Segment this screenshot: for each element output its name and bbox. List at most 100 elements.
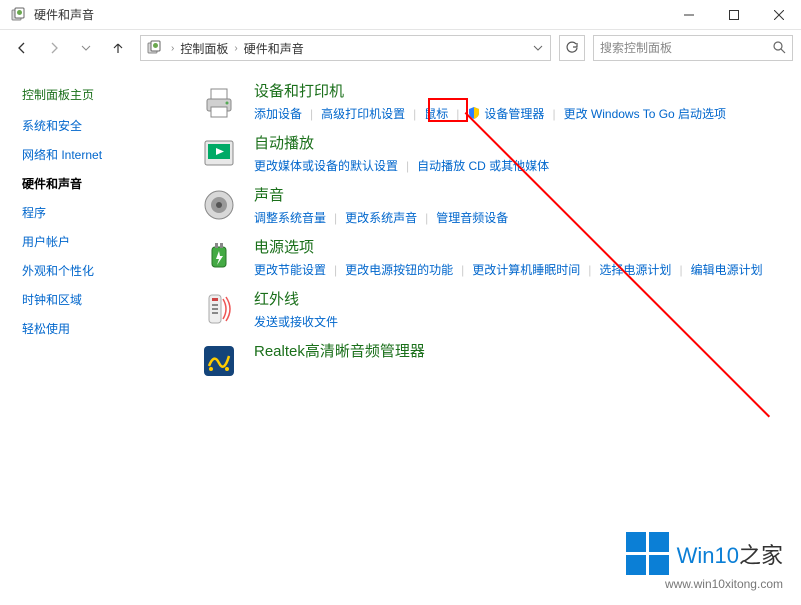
breadcrumb-current[interactable]: 硬件和声音 — [240, 40, 308, 57]
search-box[interactable] — [593, 35, 793, 61]
link-label: 更改 Windows To Go 启动选项 — [564, 107, 726, 121]
category-link[interactable]: 设备管理器 — [467, 105, 544, 122]
category-link[interactable]: 选择电源计划 — [599, 261, 671, 278]
category-title[interactable]: 声音 — [254, 184, 791, 205]
search-icon[interactable] — [772, 40, 786, 57]
link-separator: | — [334, 263, 337, 277]
category-block: 声音调整系统音量 | 更改系统声音 | 管理音频设备 — [198, 184, 791, 226]
category-link[interactable]: 鼠标 — [424, 105, 448, 122]
sidebar-item[interactable]: 时钟和区域 — [22, 291, 190, 308]
sidebar-item[interactable]: 用户帐户 — [22, 233, 190, 250]
infrared-icon — [198, 288, 240, 330]
link-label: 更改媒体或设备的默认设置 — [254, 159, 398, 173]
history-dropdown[interactable] — [72, 34, 100, 62]
breadcrumb-root[interactable]: 控制面板 — [176, 40, 232, 57]
category-links: 添加设备 | 高级打印机设置 | 鼠标 | 设备管理器 | 更改 Windows To Go 启… — [254, 105, 791, 122]
back-button[interactable] — [8, 34, 36, 62]
category-links: 更改媒体或设备的默认设置 | 自动播放 CD 或其他媒体 — [254, 157, 791, 174]
link-label: 更改系统声音 — [345, 211, 417, 225]
link-label: 管理音频设备 — [436, 211, 508, 225]
category-block: Realtek高清晰音频管理器 — [198, 340, 791, 382]
link-separator: | — [406, 159, 409, 173]
category-link[interactable]: 管理音频设备 — [436, 209, 508, 226]
sound-icon — [198, 184, 240, 226]
category-title[interactable]: Realtek高清晰音频管理器 — [254, 340, 791, 361]
category-block: 设备和打印机添加设备 | 高级打印机设置 | 鼠标 | 设备管理器 | 更改 Windows T… — [198, 80, 791, 122]
address-bar[interactable]: › 控制面板 › 硬件和声音 — [140, 35, 551, 61]
category-link[interactable]: 自动播放 CD 或其他媒体 — [417, 157, 549, 174]
link-label: 更改计算机睡眠时间 — [472, 263, 580, 277]
link-separator: | — [552, 107, 555, 121]
link-separator: | — [425, 211, 428, 225]
sidebar-item[interactable]: 程序 — [22, 204, 190, 221]
window-icon — [10, 7, 26, 23]
sidebar-heading[interactable]: 控制面板主页 — [22, 86, 190, 103]
chevron-right-icon: › — [232, 43, 239, 54]
sidebar-item[interactable]: 硬件和声音 — [22, 175, 190, 192]
link-label: 高级打印机设置 — [321, 107, 405, 121]
minimize-button[interactable] — [666, 0, 711, 30]
sidebar-item[interactable]: 轻松使用 — [22, 320, 190, 337]
window-buttons — [666, 0, 801, 30]
realtek-icon — [198, 340, 240, 382]
link-label: 更改节能设置 — [254, 263, 326, 277]
titlebar: 硬件和声音 — [0, 0, 801, 30]
address-icon — [145, 39, 163, 57]
link-separator: | — [679, 263, 682, 277]
link-separator: | — [456, 107, 459, 121]
link-label: 更改电源按钮的功能 — [345, 263, 453, 277]
category-link[interactable]: 调整系统音量 — [254, 209, 326, 226]
power-icon — [198, 236, 240, 278]
link-separator: | — [334, 211, 337, 225]
category-title[interactable]: 自动播放 — [254, 132, 791, 153]
link-label: 设备管理器 — [484, 107, 544, 121]
category-link[interactable]: 更改节能设置 — [254, 261, 326, 278]
link-separator: | — [413, 107, 416, 121]
category-title[interactable]: 红外线 — [254, 288, 791, 309]
search-input[interactable] — [600, 41, 772, 55]
link-label: 发送或接收文件 — [254, 315, 338, 329]
window-title: 硬件和声音 — [34, 6, 666, 23]
refresh-button[interactable] — [559, 35, 585, 61]
category-link[interactable]: 更改计算机睡眠时间 — [472, 261, 580, 278]
link-separator: | — [461, 263, 464, 277]
category-links: 调整系统音量 | 更改系统声音 | 管理音频设备 — [254, 209, 791, 226]
category-links: 发送或接收文件 — [254, 313, 791, 330]
category-block: 电源选项更改节能设置 | 更改电源按钮的功能 | 更改计算机睡眠时间 | 选择电源计划 | 编辑… — [198, 236, 791, 278]
category-title[interactable]: 电源选项 — [254, 236, 791, 257]
category-link[interactable]: 发送或接收文件 — [254, 313, 338, 330]
category-link[interactable]: 编辑电源计划 — [691, 261, 763, 278]
category-title[interactable]: 设备和打印机 — [254, 80, 791, 101]
link-label: 鼠标 — [424, 107, 448, 121]
link-label: 自动播放 CD 或其他媒体 — [417, 159, 549, 173]
main-content: 设备和打印机添加设备 | 高级打印机设置 | 鼠标 | 设备管理器 | 更改 Windows T… — [190, 66, 801, 605]
sidebar-item[interactable]: 系统和安全 — [22, 117, 190, 134]
link-label: 调整系统音量 — [254, 211, 326, 225]
chevron-right-icon: › — [169, 43, 176, 54]
category-link[interactable]: 更改电源按钮的功能 — [345, 261, 453, 278]
autoplay-icon — [198, 132, 240, 174]
up-button[interactable] — [104, 34, 132, 62]
navbar: › 控制面板 › 硬件和声音 — [0, 30, 801, 66]
category-link[interactable]: 更改 Windows To Go 启动选项 — [564, 105, 726, 122]
forward-button[interactable] — [40, 34, 68, 62]
category-links: 更改节能设置 | 更改电源按钮的功能 | 更改计算机睡眠时间 | 选择电源计划 | 编辑电源计划 — [254, 261, 791, 278]
category-link[interactable]: 更改系统声音 — [345, 209, 417, 226]
category-link[interactable]: 添加设备 — [254, 105, 302, 122]
printer-icon — [198, 80, 240, 122]
address-dropdown[interactable] — [528, 37, 546, 59]
shield-icon — [467, 106, 481, 120]
maximize-button[interactable] — [711, 0, 756, 30]
category-block: 自动播放更改媒体或设备的默认设置 | 自动播放 CD 或其他媒体 — [198, 132, 791, 174]
category-link[interactable]: 更改媒体或设备的默认设置 — [254, 157, 398, 174]
category-block: 红外线发送或接收文件 — [198, 288, 791, 330]
sidebar: 控制面板主页 系统和安全网络和 Internet 硬件和声音程序用户帐户外观和个性… — [0, 66, 190, 605]
link-label: 添加设备 — [254, 107, 302, 121]
link-separator: | — [310, 107, 313, 121]
close-button[interactable] — [756, 0, 801, 30]
sidebar-item[interactable]: 网络和 Internet — [22, 146, 190, 163]
link-separator: | — [588, 263, 591, 277]
category-link[interactable]: 高级打印机设置 — [321, 105, 405, 122]
link-label: 编辑电源计划 — [691, 263, 763, 277]
sidebar-item[interactable]: 外观和个性化 — [22, 262, 190, 279]
